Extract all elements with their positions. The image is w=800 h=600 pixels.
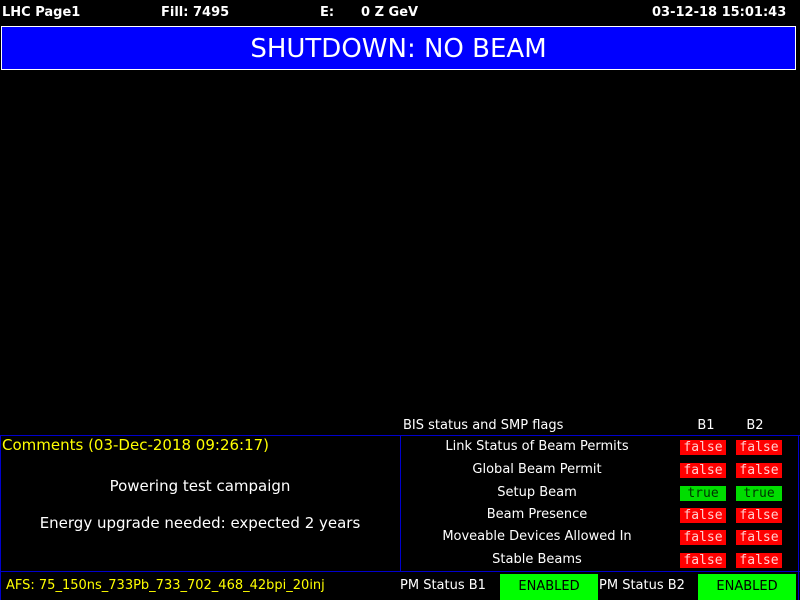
bis-title: BIS status and SMP flags xyxy=(403,418,564,433)
flag-b1-value: false xyxy=(680,463,726,478)
top-status-bar: LHC Page1 Fill: 7495 E: 0 Z GeV 03-12-18… xyxy=(0,0,800,26)
flag-b1-value: true xyxy=(680,486,726,501)
pm-status-b1-badge: ENABLED xyxy=(500,574,598,600)
comments-title: Comments (03-Dec-2018 09:26:17) xyxy=(2,436,270,454)
pm-status-b1-label: PM Status B1 xyxy=(400,578,486,593)
flag-label: Stable Beams xyxy=(492,552,582,567)
flag-b2-value: false xyxy=(736,463,782,478)
flag-label: Link Status of Beam Permits xyxy=(445,439,629,454)
flag-b2-value: false xyxy=(736,530,782,545)
flag-b2-value: false xyxy=(736,440,782,455)
pm-status-b2-badge: ENABLED xyxy=(698,574,796,600)
flag-b1-value: false xyxy=(680,553,726,568)
flag-b2-value: false xyxy=(736,508,782,523)
flag-label: Setup Beam xyxy=(497,485,577,500)
panel-center-divider xyxy=(400,435,401,571)
machine-mode-banner: SHUTDOWN: NO BEAM xyxy=(1,26,796,70)
energy-label: E: xyxy=(320,5,335,20)
energy-value: 0 Z GeV xyxy=(361,5,419,20)
datetime: 03-12-18 15:01:43 xyxy=(652,5,787,20)
afs-filling-scheme: AFS: 75_150ns_733Pb_733_702_468_42bpi_20… xyxy=(6,578,325,593)
flag-label: Global Beam Permit xyxy=(472,462,602,477)
flag-label: Beam Presence xyxy=(486,507,588,522)
bis-column-b2: B2 xyxy=(746,418,764,433)
footer-divider xyxy=(0,571,800,572)
flag-b2-value: true xyxy=(736,486,782,501)
flag-b1-value: false xyxy=(680,440,726,455)
bis-column-b1: B1 xyxy=(697,418,715,433)
flag-b2-value: false xyxy=(736,553,782,568)
pm-status-b2-label: PM Status B2 xyxy=(599,578,685,593)
flag-b1-value: false xyxy=(680,530,726,545)
flag-label: Moveable Devices Allowed In xyxy=(442,529,632,544)
comment-line: Powering test campaign xyxy=(109,477,291,495)
flag-b1-value: false xyxy=(680,508,726,523)
comment-line: Energy upgrade needed: expected 2 years xyxy=(39,514,361,532)
fill-number: Fill: 7495 xyxy=(161,5,230,20)
panel-right-border xyxy=(798,435,799,600)
page-title: LHC Page1 xyxy=(2,5,81,20)
